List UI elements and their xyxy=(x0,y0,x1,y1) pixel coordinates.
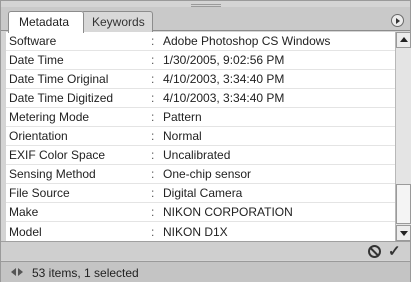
vertical-scrollbar[interactable] xyxy=(395,32,411,241)
metadata-separator: : xyxy=(151,167,155,181)
metadata-row-make[interactable]: Make : NIKON CORPORATION xyxy=(6,203,395,222)
tab-metadata[interactable]: Metadata xyxy=(8,11,84,33)
metadata-label: Date Time Digitized xyxy=(9,91,114,105)
metadata-action-bar: ✓ xyxy=(1,241,410,260)
metadata-value: 1/30/2005, 9:02:56 PM xyxy=(163,53,285,67)
metadata-label: Orientation xyxy=(9,129,68,143)
metadata-row-sensing-method[interactable]: Sensing Method : One-chip sensor xyxy=(6,165,395,184)
metadata-value: Pattern xyxy=(163,110,202,124)
metadata-list: Software : Adobe Photoshop CS Windows Da… xyxy=(6,32,395,241)
metadata-separator: : xyxy=(151,110,155,124)
metadata-separator: : xyxy=(151,34,155,48)
metadata-separator: : xyxy=(151,72,155,86)
tab-bar: Metadata Keywords xyxy=(1,7,410,33)
metadata-row-date-time-original[interactable]: Date Time Original : 4/10/2003, 3:34:40 … xyxy=(6,70,395,89)
metadata-value: Adobe Photoshop CS Windows xyxy=(163,34,331,48)
metadata-label: Model xyxy=(9,224,42,239)
metadata-separator: : xyxy=(151,91,155,105)
metadata-label: Date Time xyxy=(9,53,64,67)
metadata-separator: : xyxy=(151,205,155,219)
metadata-label: EXIF Color Space xyxy=(9,148,106,162)
tab-keywords[interactable]: Keywords xyxy=(81,11,153,32)
metadata-row-exif-color-space[interactable]: EXIF Color Space : Uncalibrated xyxy=(6,146,395,165)
metadata-row-software[interactable]: Software : Adobe Photoshop CS Windows xyxy=(6,32,395,51)
metadata-value: Normal xyxy=(163,129,202,143)
status-bar: 53 items, 1 selected xyxy=(1,261,410,282)
metadata-panel: Metadata Keywords Software : Adobe Photo… xyxy=(0,0,411,282)
metadata-value: Digital Camera xyxy=(163,186,243,200)
cancel-icon[interactable] xyxy=(368,245,381,258)
metadata-row-metering-mode[interactable]: Metering Mode : Pattern xyxy=(6,108,395,127)
metadata-label: Date Time Original xyxy=(9,72,109,86)
metadata-label: Metering Mode xyxy=(9,110,90,124)
metadata-label: Make xyxy=(9,205,39,219)
metadata-row-orientation[interactable]: Orientation : Normal xyxy=(6,127,395,146)
checkmark-icon[interactable]: ✓ xyxy=(388,242,401,260)
metadata-label: File Source xyxy=(9,186,70,200)
metadata-value: Uncalibrated xyxy=(163,148,231,162)
scroll-down-arrow-icon[interactable] xyxy=(396,225,411,241)
metadata-label: Sensing Method xyxy=(9,167,96,181)
status-text: 53 items, 1 selected xyxy=(32,266,139,280)
scrollbar-thumb[interactable] xyxy=(396,184,411,224)
metadata-separator: : xyxy=(151,53,155,67)
metadata-value: 4/10/2003, 3:34:40 PM xyxy=(163,72,285,86)
navigate-arrows-icon[interactable] xyxy=(11,268,27,277)
metadata-value: One-chip sensor xyxy=(163,167,252,181)
metadata-value: NIKON CORPORATION xyxy=(163,205,293,219)
metadata-row-date-time-digitized[interactable]: Date Time Digitized : 4/10/2003, 3:34:40… xyxy=(6,89,395,108)
metadata-separator: : xyxy=(151,129,155,143)
metadata-separator: : xyxy=(151,148,155,162)
scroll-up-arrow-icon[interactable] xyxy=(396,32,411,48)
metadata-label: Software xyxy=(9,34,57,48)
metadata-value: 4/10/2003, 3:34:40 PM xyxy=(163,91,285,105)
metadata-row-date-time[interactable]: Date Time : 1/30/2005, 9:02:56 PM xyxy=(6,51,395,70)
metadata-value: NIKON D1X xyxy=(163,224,228,239)
metadata-separator: : xyxy=(151,224,155,239)
metadata-separator: : xyxy=(151,186,155,200)
metadata-row-file-source[interactable]: File Source : Digital Camera xyxy=(6,184,395,203)
metadata-row-model[interactable]: Model : NIKON D1X xyxy=(6,222,395,241)
panel-menu-icon[interactable] xyxy=(391,14,404,27)
